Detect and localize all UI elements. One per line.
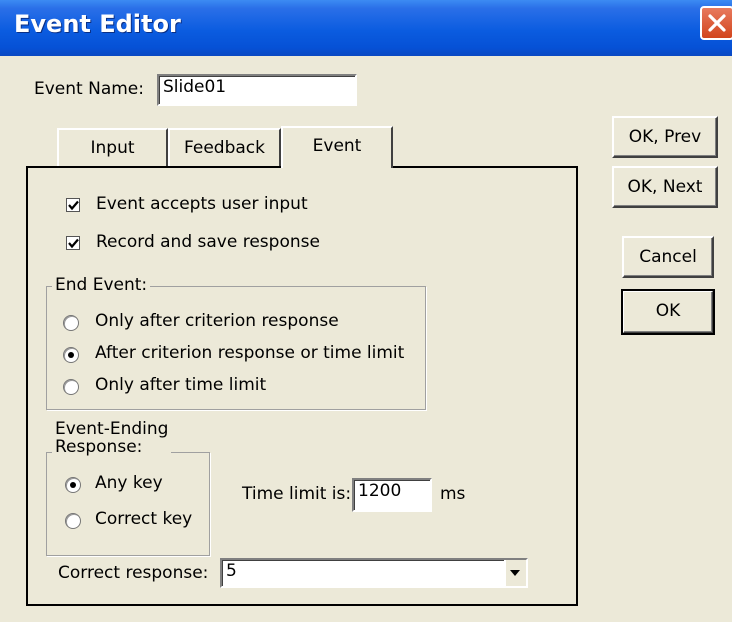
ending-response-group: Event-Ending Response: Any key Correct k… <box>46 420 210 556</box>
accepts-input-checkbox[interactable] <box>66 198 80 212</box>
end-event-group: End Event: Only after criterion response… <box>46 275 426 410</box>
tab-feedback-label: Feedback <box>184 138 265 158</box>
ok-next-button[interactable]: OK, Next <box>612 166 718 208</box>
record-response-label: Record and save response <box>96 232 320 252</box>
close-icon <box>708 14 726 32</box>
accepts-input-label: Event accepts user input <box>96 194 308 214</box>
correct-response-label: Correct response: <box>58 563 209 583</box>
end-event-radio-criterion-or-time[interactable] <box>63 347 79 363</box>
radio-selected-dot <box>68 352 74 358</box>
end-event-legend: End Event: <box>52 275 151 295</box>
end-event-option-label: After criterion response or time limit <box>95 343 405 363</box>
ok-prev-button[interactable]: OK, Prev <box>612 116 718 158</box>
ending-response-option-label: Any key <box>95 473 163 493</box>
tab-panel-event: Event accepts user input Record and save… <box>26 166 578 606</box>
ok-prev-label: OK, Prev <box>628 127 702 147</box>
event-name-label: Event Name: <box>34 79 144 99</box>
ok-label: OK <box>655 301 681 321</box>
dropdown-button[interactable] <box>504 560 526 586</box>
ending-response-legend-line1: Event-Ending <box>55 419 169 439</box>
end-event-radio-criterion[interactable] <box>63 315 79 331</box>
end-event-option-label: Only after criterion response <box>95 311 339 331</box>
tab-event[interactable]: Event <box>281 126 393 168</box>
time-limit-input[interactable]: 1200 <box>352 478 432 512</box>
ok-next-label: OK, Next <box>627 177 703 197</box>
tab-input[interactable]: Input <box>57 128 168 166</box>
event-name-value: Slide01 <box>163 77 227 97</box>
time-limit-unit: ms <box>440 484 466 504</box>
cancel-button[interactable]: Cancel <box>622 236 714 278</box>
chevron-down-icon <box>510 570 520 576</box>
event-editor-window: Event Editor Event Name: Slide01 Input F… <box>0 0 732 622</box>
ok-button[interactable]: OK <box>621 289 715 335</box>
end-event-option-label: Only after time limit <box>95 375 267 395</box>
cancel-label: Cancel <box>639 247 697 267</box>
checkmark-icon <box>68 238 79 249</box>
event-name-input[interactable]: Slide01 <box>157 74 357 106</box>
title-bar[interactable]: Event Editor <box>0 0 732 56</box>
end-event-radio-time[interactable] <box>63 379 79 395</box>
record-response-checkbox[interactable] <box>66 236 80 250</box>
window-title: Event Editor <box>14 10 181 38</box>
ending-response-radio-correct-key[interactable] <box>65 513 81 529</box>
ending-response-radio-any-key[interactable] <box>65 477 81 493</box>
correct-response-dropdown[interactable]: 5 <box>220 558 528 588</box>
close-button[interactable] <box>700 6 732 40</box>
checkmark-icon <box>68 200 79 211</box>
ending-response-option-label: Correct key <box>95 509 193 529</box>
ending-response-legend: Event-Ending Response: <box>52 419 172 457</box>
radio-selected-dot <box>70 482 76 488</box>
time-limit-value: 1200 <box>358 481 402 501</box>
ending-response-legend-line2: Response: <box>55 437 143 457</box>
time-limit-label: Time limit is: <box>242 484 352 504</box>
tab-event-label: Event <box>312 136 362 156</box>
tab-feedback[interactable]: Feedback <box>168 128 281 166</box>
tab-input-label: Input <box>90 138 135 158</box>
correct-response-value: 5 <box>226 561 237 581</box>
